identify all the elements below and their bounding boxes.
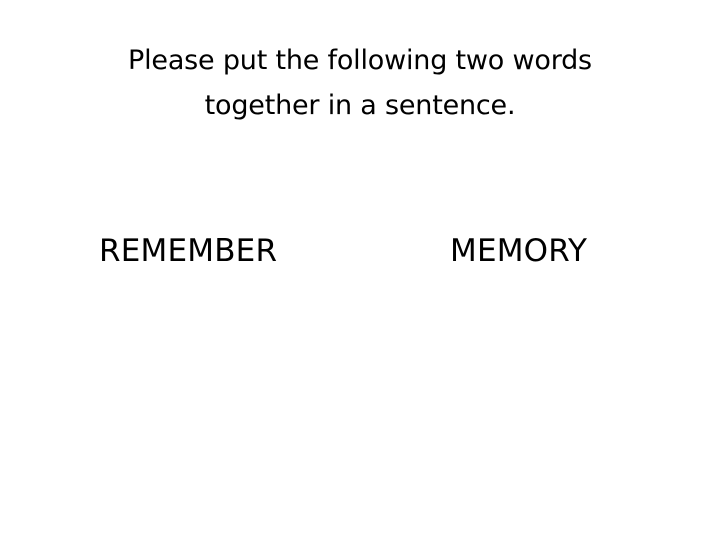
slide: Please put the following two words toget… xyxy=(0,0,720,540)
word-remember: REMEMBER xyxy=(99,233,278,269)
slide-title: Please put the following two words toget… xyxy=(36,38,684,128)
word-memory: MEMORY xyxy=(450,233,588,269)
word-pair: REMEMBER MEMORY xyxy=(0,226,720,276)
slide-title-line-1: Please put the following two words xyxy=(128,45,592,76)
slide-title-line-2: together in a sentence. xyxy=(204,90,516,121)
